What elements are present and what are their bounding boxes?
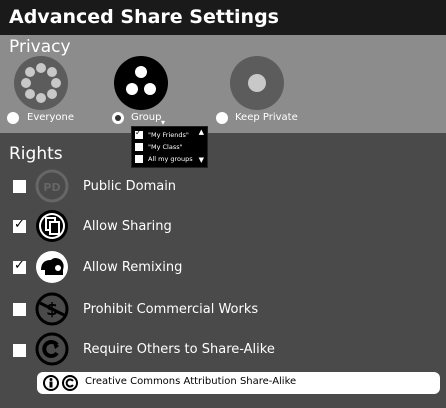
allow-sharing-checkbox[interactable] bbox=[13, 217, 26, 233]
share-alike-small-icon bbox=[62, 375, 78, 391]
license-text: Creative Commons Attribution Share-Alike bbox=[85, 376, 297, 387]
everyone-label: Everyone bbox=[27, 112, 75, 123]
public-domain-label: Public Domain bbox=[83, 179, 177, 194]
prohibit-commercial-checkbox[interactable] bbox=[13, 303, 26, 316]
public-domain-icon: PD bbox=[35, 169, 69, 203]
noncommercial-icon: $ bbox=[35, 292, 69, 326]
group-item-my-friends[interactable]: "My Friends" bbox=[135, 128, 199, 141]
allow-remixing-label: Allow Remixing bbox=[83, 260, 183, 275]
license-icons bbox=[43, 375, 81, 395]
group-item-checkbox[interactable] bbox=[135, 155, 143, 163]
private-label: Keep Private bbox=[235, 112, 298, 123]
share-alike-checkbox[interactable] bbox=[13, 344, 26, 357]
private-icon[interactable] bbox=[230, 56, 284, 110]
group-radio[interactable] bbox=[112, 112, 124, 124]
window-title: Advanced Share Settings bbox=[9, 6, 279, 28]
group-item-label: "My Friends" bbox=[148, 131, 189, 139]
group-item-my-class[interactable]: "My Class" bbox=[135, 141, 199, 153]
privacy-heading: Privacy bbox=[9, 37, 71, 57]
private-radio[interactable] bbox=[216, 112, 228, 124]
group-item-checkbox[interactable] bbox=[135, 128, 143, 139]
group-item-checkbox[interactable] bbox=[135, 143, 143, 151]
group-icon[interactable] bbox=[114, 56, 168, 110]
allow-sharing-label: Allow Sharing bbox=[83, 219, 172, 234]
share-icon bbox=[35, 209, 69, 243]
license-summary: Creative Commons Attribution Share-Alike bbox=[37, 372, 440, 394]
prohibit-commercial-label: Prohibit Commercial Works bbox=[83, 302, 259, 317]
everyone-radio[interactable] bbox=[7, 112, 19, 124]
public-domain-checkbox[interactable] bbox=[13, 180, 26, 193]
scroll-down-icon[interactable]: ▼ bbox=[199, 156, 204, 164]
group-item-all-groups[interactable]: All my groups bbox=[135, 153, 199, 165]
allow-remixing-checkbox[interactable] bbox=[13, 258, 26, 274]
scroll-up-icon[interactable]: ▲ bbox=[199, 128, 204, 136]
share-alike-icon bbox=[35, 332, 69, 366]
share-alike-label: Require Others to Share-Alike bbox=[83, 342, 275, 357]
svg-text:$: $ bbox=[46, 300, 58, 320]
remix-icon bbox=[35, 250, 69, 284]
rights-heading: Rights bbox=[9, 144, 63, 164]
group-dropdown-list[interactable]: "My Friends" "My Class" All my groups ▲ … bbox=[131, 126, 208, 168]
group-item-label: All my groups bbox=[148, 155, 193, 163]
group-item-label: "My Class" bbox=[148, 143, 183, 151]
svg-text:PD: PD bbox=[43, 181, 60, 194]
everyone-icon[interactable] bbox=[14, 56, 68, 110]
attribution-icon bbox=[43, 375, 59, 391]
title-bar: Advanced Share Settings bbox=[0, 0, 446, 35]
group-label: Group bbox=[131, 112, 162, 123]
